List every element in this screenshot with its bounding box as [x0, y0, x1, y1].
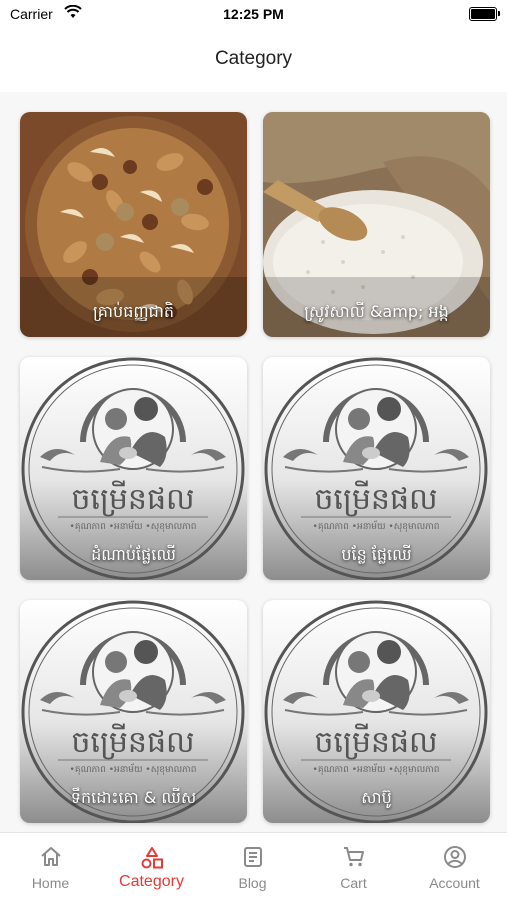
- category-label: ស្រូវសាលី &amp; អង្ក: [304, 302, 449, 321]
- tab-blog[interactable]: Blog: [202, 833, 303, 901]
- category-grid[interactable]: គ្រាប់ធញ្ញជាតិ ស្រូវសាលី &amp; អង្ក ចម្រ…: [0, 92, 507, 832]
- account-icon: [443, 845, 467, 873]
- svg-text:•គុណភាព •អនាម័យ •សុខុមាលភាព: •គុណភាព •អនាម័យ •សុខុមាលភាព: [313, 763, 440, 775]
- navigation-bar: Category: [0, 30, 507, 92]
- home-icon: [39, 845, 63, 873]
- status-bar: Carrier 12:25 PM: [0, 0, 507, 30]
- category-label: បន្លែ ផ្លែឈើ: [341, 545, 412, 564]
- category-label: គ្រាប់ធញ្ញជាតិ: [93, 302, 174, 321]
- category-label: ដំណាប់ផ្លែឈើ: [91, 545, 176, 564]
- category-card-rice[interactable]: ស្រូវសាលី &amp; អង្ក: [263, 112, 490, 337]
- svg-text:ចម្រើនផល: ចម្រើនផល: [71, 480, 194, 517]
- page-title: Category: [214, 48, 293, 69]
- tab-bar: Home Category Blog Cart Account: [0, 832, 507, 901]
- tab-label: Cart: [340, 875, 367, 891]
- tab-label: Home: [31, 875, 70, 891]
- svg-text:ចម្រើនផល: ចម្រើនផល: [314, 723, 437, 760]
- tab-label: Blog: [238, 875, 267, 891]
- category-label: សាប៊ូ: [361, 788, 392, 807]
- svg-text:•គុណភាព •អនាម័យ •សុខុមាលភាព: •គុណភាព •អនាម័យ •សុខុមាលភាព: [313, 520, 440, 532]
- battery-icon: [469, 7, 500, 21]
- category-card-nuts[interactable]: គ្រាប់ធញ្ញជាតិ: [20, 112, 247, 337]
- tab-label: Category: [119, 873, 184, 890]
- svg-text:ចម្រើនផល: ចម្រើនផល: [71, 723, 194, 760]
- category-card-vegetables-fruit[interactable]: ចម្រើនផល •គុណភាព •អនាម័យ •សុខុមាលភាព បន្…: [263, 357, 490, 580]
- tab-label: Account: [429, 875, 480, 891]
- tab-cart[interactable]: Cart: [303, 833, 404, 901]
- svg-text:•គុណភាព •អនាម័យ •សុខុមាលភាព: •គុណភាព •អនាម័យ •សុខុមាលភាព: [70, 763, 197, 775]
- category-card-milk-cheese[interactable]: ចម្រើនផល •គុណភាព •អនាម័យ •សុខុមាលភាព ទឹក…: [20, 600, 247, 823]
- svg-text:•គុណភាព •អនាម័យ •សុខុមាលភាព: •គុណភាព •អនាម័យ •សុខុមាលភាព: [70, 520, 197, 532]
- clock: 12:25 PM: [223, 6, 284, 22]
- category-card-soap[interactable]: ចម្រើនផល •គុណភាព •អនាម័យ •សុខុមាលភាព សាប…: [263, 600, 490, 823]
- category-label: ទឹកដោះគោ & ឈីស: [70, 788, 197, 807]
- category-card-dried-fruit[interactable]: ចម្រើនផល •គុណភាព •អនាម័យ •សុខុមាលភាព ដំណ…: [20, 357, 247, 580]
- tab-home[interactable]: Home: [0, 833, 101, 901]
- cart-icon: [342, 845, 366, 873]
- tab-account[interactable]: Account: [404, 833, 505, 901]
- blog-icon: [241, 845, 265, 873]
- category-icon: [139, 845, 165, 875]
- svg-text:ចម្រើនផល: ចម្រើនផល: [314, 480, 437, 517]
- tab-category[interactable]: Category: [101, 833, 202, 901]
